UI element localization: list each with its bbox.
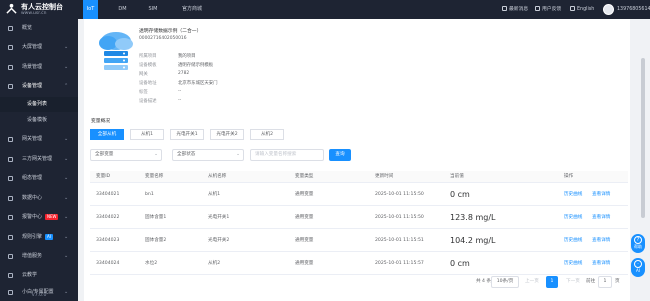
nav-tab-store[interactable]: 官方商城 xyxy=(178,0,206,19)
new-badge: NEW xyxy=(45,214,59,220)
page-1-button[interactable]: 1 xyxy=(546,276,558,288)
sidebar-item-screen[interactable]: 大屏管理 ⌄ xyxy=(0,40,78,55)
rule-icon xyxy=(8,235,13,240)
messages-link[interactable]: 最新消息 xyxy=(502,0,528,19)
view-detail-link[interactable]: 查看详情 xyxy=(592,253,610,275)
chevron-down-icon: ⌄ xyxy=(64,234,69,240)
history-curve-link[interactable]: 历史曲线 xyxy=(564,184,582,206)
status-select[interactable]: 全部状态 ⌄ xyxy=(172,149,244,161)
cloud-icon xyxy=(8,273,13,278)
ai-assistant-button[interactable]: · AI xyxy=(631,258,645,277)
brand-url: www.usr.cn xyxy=(21,11,47,16)
sidebar-item-third-gateway[interactable]: 三方网关管理 ⌄ xyxy=(0,152,78,167)
view-detail-link[interactable]: 查看详情 xyxy=(592,230,610,252)
bell-icon xyxy=(502,6,507,11)
version-text: V7.0.0 xyxy=(31,293,47,298)
history-curve-link[interactable]: 历史曲线 xyxy=(564,207,582,229)
sidebar-item-devices[interactable]: 设备管理 ⌃ xyxy=(0,79,78,94)
brand[interactable]: 有人云控制台 www.usr.cn xyxy=(6,2,76,18)
nav-tab-sim[interactable]: SIM xyxy=(145,0,161,19)
gateway-icon xyxy=(8,137,13,142)
help-button[interactable]: ? 帮助 xyxy=(631,234,645,253)
scene-icon xyxy=(8,65,13,70)
variable-select[interactable]: 全部变量 ⌄ xyxy=(90,149,162,161)
sidebar-item-data[interactable]: 数据中心 ⌄ xyxy=(0,191,78,206)
chevron-down-icon: ⌄ xyxy=(64,175,69,181)
goto-label: 前往 xyxy=(586,279,596,284)
history-curve-link[interactable]: 历史曲线 xyxy=(564,230,582,252)
device-icon xyxy=(8,84,13,89)
chevron-down-icon: ⌄ xyxy=(64,253,69,259)
tab-all-slaves[interactable]: 全部从机 xyxy=(90,129,124,140)
view-detail-link[interactable]: 查看详情 xyxy=(592,207,610,229)
chevron-down-icon: ⌄ xyxy=(154,152,158,157)
monitor-icon xyxy=(8,45,13,50)
sidebar-item-cloud-teaching[interactable]: 云教学 xyxy=(0,268,78,283)
language-switch[interactable]: English xyxy=(570,0,594,19)
search-input[interactable]: 请输入变量名称搜索 xyxy=(250,149,324,161)
nav-tab-dm[interactable]: DM xyxy=(115,0,130,19)
history-curve-link[interactable]: 历史曲线 xyxy=(564,253,582,275)
robot-icon: · xyxy=(634,260,642,268)
sidebar-item-alarm[interactable]: 报警中心 NEW ⌄ xyxy=(0,210,78,225)
data-icon xyxy=(8,196,13,201)
sidebar-item-device-list[interactable]: 设备列表 xyxy=(0,97,78,112)
goto-page-input[interactable]: 1 xyxy=(598,276,612,288)
total-count: 共 4 条 xyxy=(476,279,492,284)
tab-photo-switch-2[interactable]: 光电开关2 xyxy=(210,129,244,140)
chevron-down-icon: ⌄ xyxy=(64,156,69,162)
view-detail-link[interactable]: 查看详情 xyxy=(592,184,610,206)
third-gateway-icon xyxy=(8,157,13,162)
config-icon xyxy=(8,176,13,181)
sidebar-item-overview[interactable]: 概览 xyxy=(0,21,78,36)
sidebar-item-gateway[interactable]: 网关管理 ⌄ xyxy=(0,132,78,147)
sidebar-item-scene[interactable]: 场景管理 ⌄ xyxy=(0,60,78,75)
chevron-down-icon: ⌄ xyxy=(236,152,240,157)
sidebar-item-rules[interactable]: 规则引擎 AI ⌄ xyxy=(0,230,78,245)
sidebar: 概览 大屏管理 ⌄ 场景管理 ⌄ 设备管理 ⌃ 设备列表 设备模板 网关管理 ⌄… xyxy=(0,19,78,301)
page-suffix: 页 xyxy=(615,279,620,284)
device-sn: 00002716402050016 xyxy=(139,36,187,41)
service-icon xyxy=(8,254,13,259)
chevron-down-icon: ⌄ xyxy=(64,195,69,201)
main-panel: 透明存储数据示例（二合一） 00002716402050016 所属项目 我的项… xyxy=(84,19,630,301)
table-row: 33404023 固体含量2 光电开关2 通用变量 2025-10-01 11:… xyxy=(90,230,628,252)
logo-icon xyxy=(6,3,17,14)
avatar[interactable] xyxy=(603,4,614,15)
prev-page-button[interactable]: 上一页 xyxy=(525,276,539,288)
alarm-icon xyxy=(8,215,13,220)
tab-slave-1[interactable]: 从机1 xyxy=(130,129,164,140)
nav-tab-iot[interactable]: IoT xyxy=(83,0,98,19)
table-header: 变量ID 变量名称 从机名称 变量类型 更新时间 当前值 操作 xyxy=(90,171,628,183)
user-phone[interactable]: 13976805614 xyxy=(617,0,650,19)
top-bar: 有人云控制台 www.usr.cn IoT DM SIM 官方商城 最新消息 用… xyxy=(0,0,650,19)
question-icon: ? xyxy=(634,236,642,244)
table-row: 33404024 水位2 从机2 通用变量 2025-10-01 11:15:5… xyxy=(90,253,628,275)
query-button[interactable]: 查询 xyxy=(329,149,351,161)
tab-slave-2[interactable]: 从机2 xyxy=(250,129,284,140)
section-title: 变量概况 xyxy=(91,119,111,124)
feedback-link[interactable]: 用户反馈 xyxy=(535,0,561,19)
device-title: 透明存储数据示例（二合一） xyxy=(139,29,202,34)
globe-icon xyxy=(570,6,575,11)
tab-photo-switch-1[interactable]: 光电开关1 xyxy=(170,129,204,140)
chevron-down-icon: ⌄ xyxy=(64,64,69,70)
page-size-select[interactable]: 10条/页 xyxy=(491,276,519,288)
table-row: 33404022 固体含量1 光电开关1 通用变量 2025-10-01 11:… xyxy=(90,207,628,229)
chevron-up-icon: ⌃ xyxy=(64,83,69,89)
home-icon xyxy=(8,26,13,31)
chevron-down-icon: ⌄ xyxy=(64,44,69,50)
chevron-down-icon: ⌄ xyxy=(64,214,69,220)
sidebar-item-config[interactable]: 组态管理 ⌄ xyxy=(0,171,78,186)
scrollbar[interactable] xyxy=(641,58,645,218)
sidebar-item-service[interactable]: 增值服务 ⌄ xyxy=(0,249,78,264)
sidebar-item-device-template[interactable]: 设备模板 xyxy=(0,113,78,128)
chevron-down-icon: ⌄ xyxy=(64,136,69,142)
device-cloud-icon xyxy=(99,32,133,70)
ai-badge: AI xyxy=(45,234,53,240)
table-row: 33404021 bn1 从机1 通用变量 2025-10-01 11:15:5… xyxy=(90,184,628,206)
next-page-button[interactable]: 下一页 xyxy=(566,276,580,288)
feedback-icon xyxy=(535,6,540,11)
